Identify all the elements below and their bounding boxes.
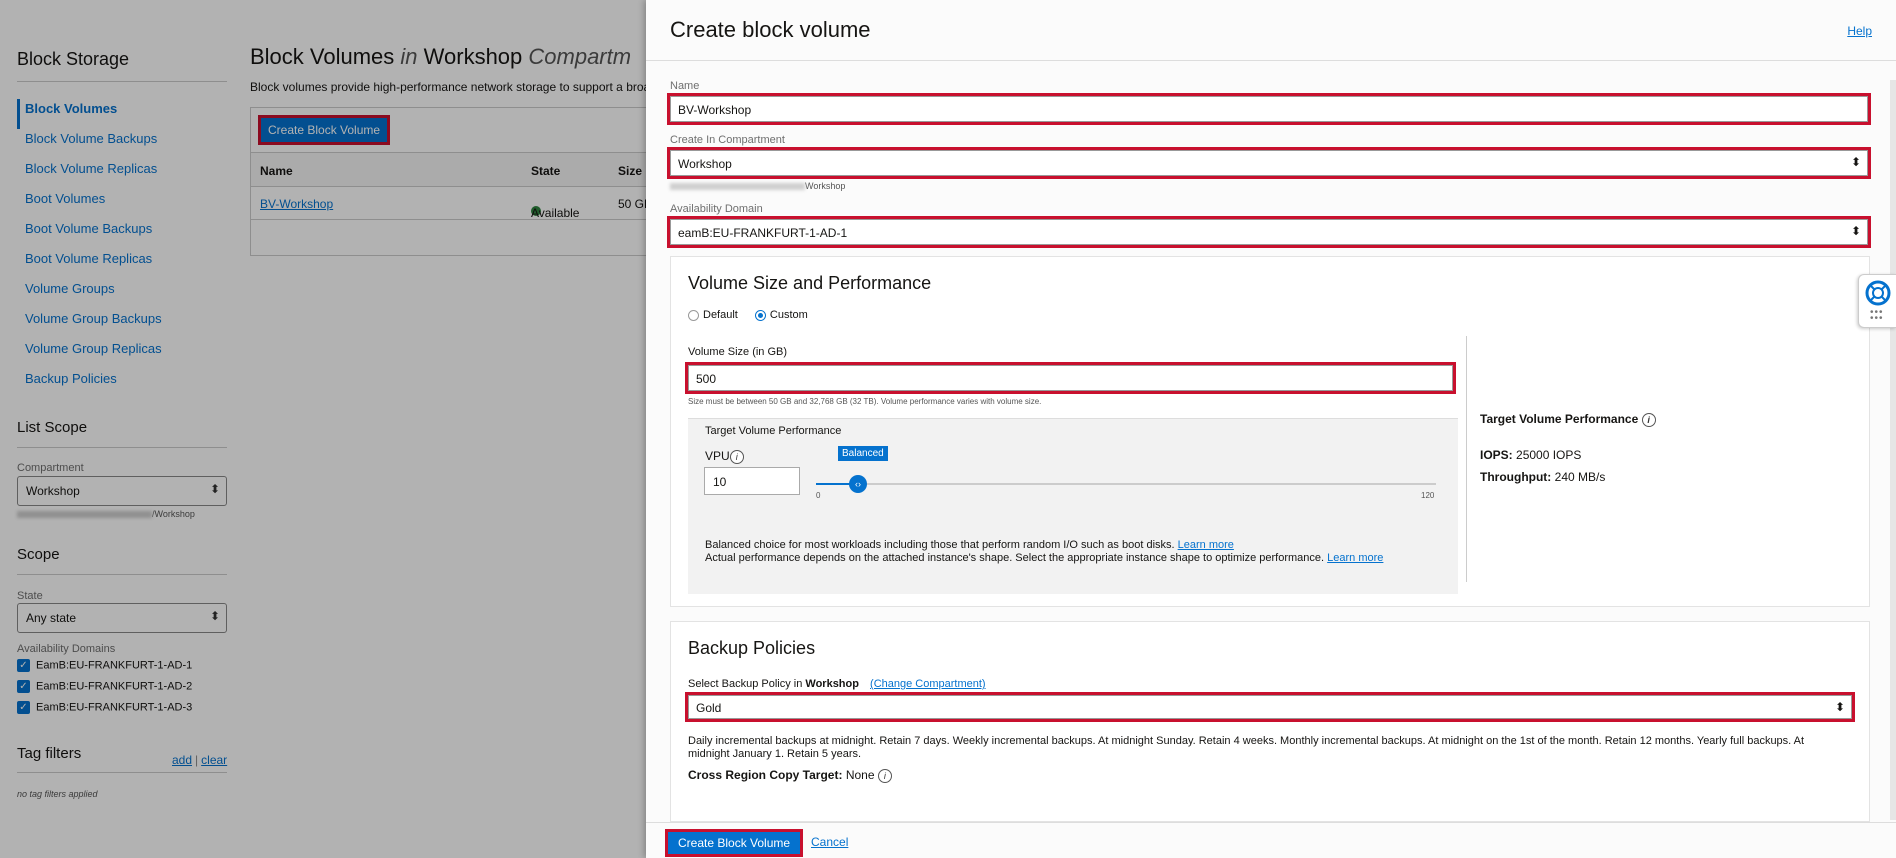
panel-title: Create block volume xyxy=(670,17,871,42)
volume-size-input[interactable]: 500 xyxy=(685,362,1456,394)
cancel-link[interactable]: Cancel xyxy=(811,835,848,849)
create-block-volume-submit-button[interactable]: Create Block Volume xyxy=(664,829,804,857)
slider-max-label: 120 xyxy=(1421,491,1435,500)
target-performance-summary-title: Target Volume Performance i xyxy=(1480,412,1656,427)
radio-unselected-icon[interactable] xyxy=(688,309,699,321)
compartment-path: Workshop xyxy=(670,181,845,191)
change-compartment-link[interactable]: (Change Compartment) xyxy=(870,678,986,690)
radio-custom[interactable]: Custom xyxy=(754,309,808,321)
target-performance-box: Target Volume Performance VPU i 10 Balanc… xyxy=(688,418,1458,594)
create-block-volume-panel: Create block volume Help Name BV-Worksho… xyxy=(646,0,1896,858)
compartment-label: Create In Compartment xyxy=(670,134,785,146)
info-icon[interactable]: i xyxy=(729,449,744,464)
iops-row: IOPS: 25000 IOPS xyxy=(1480,448,1582,462)
compartment-value: Workshop xyxy=(678,157,732,171)
modal-overlay[interactable] xyxy=(0,0,646,858)
slider-min-label: 0 xyxy=(816,491,821,500)
name-label: Name xyxy=(670,80,700,92)
divider xyxy=(1466,336,1467,582)
throughput-row: Throughput: 240 MB/s xyxy=(1480,470,1606,484)
vpu-slider[interactable]: ‹› xyxy=(816,475,1436,493)
section-title: Backup Policies xyxy=(688,638,816,658)
vpu-label: VPU i xyxy=(705,449,744,464)
chevron-updown-icon: ⬍ xyxy=(1850,155,1861,169)
backup-policy-description: Daily incremental backups at midnight. R… xyxy=(688,735,1805,760)
availability-domain-value: eamB:EU-FRANKFURT-1-AD-1 xyxy=(678,226,848,240)
availability-domain-label: Availability Domain xyxy=(670,203,763,215)
performance-description: Balanced choice for most workloads inclu… xyxy=(705,539,1384,564)
panel-scrollbar[interactable] xyxy=(1890,80,1896,820)
slider-value-tag: Balanced xyxy=(838,446,888,461)
backup-policy-select[interactable]: Gold ⬍ xyxy=(685,692,1855,722)
radio-selected-icon[interactable] xyxy=(754,309,766,321)
lifebuoy-icon[interactable] xyxy=(1865,280,1891,306)
help-widget[interactable]: ••• ••• xyxy=(1858,274,1896,328)
backup-policy-label: Select Backup Policy in Workshop (Change… xyxy=(688,678,986,690)
volume-size-label: Volume Size (in GB) xyxy=(688,346,788,358)
volume-size-performance-card: Volume Size and Performance Default Cust… xyxy=(670,256,1870,607)
chevron-updown-icon: ⬍ xyxy=(1850,224,1861,238)
panel-footer: Create Block Volume Cancel xyxy=(646,822,1896,858)
target-performance-title: Target Volume Performance xyxy=(705,425,842,437)
learn-more-link[interactable]: Learn more xyxy=(1327,552,1383,564)
name-input[interactable]: BV-Workshop xyxy=(667,93,1871,125)
vpu-input[interactable]: 10 xyxy=(704,467,800,495)
slider-handle-icon[interactable]: ‹› xyxy=(849,475,867,493)
help-link[interactable]: Help xyxy=(1847,24,1872,38)
chevron-updown-icon: ⬍ xyxy=(1834,700,1845,714)
volume-size-help: Size must be between 50 GB and 32,768 GB… xyxy=(688,397,1042,406)
radio-default[interactable]: Default xyxy=(688,309,738,321)
divider xyxy=(646,60,1896,61)
learn-more-link[interactable]: Learn more xyxy=(1178,539,1234,551)
info-icon[interactable]: i xyxy=(1641,412,1656,427)
grid-dots-icon[interactable]: ••• ••• xyxy=(1870,308,1884,324)
cross-region-copy-target: Cross Region Copy Target: None i xyxy=(688,768,892,783)
redacted-path xyxy=(670,183,805,191)
compartment-select[interactable]: Workshop ⬍ xyxy=(667,147,1871,179)
availability-domain-select[interactable]: eamB:EU-FRANKFURT-1-AD-1 ⬍ xyxy=(667,216,1871,248)
section-title: Volume Size and Performance xyxy=(688,273,932,293)
backup-policy-value: Gold xyxy=(696,701,722,715)
backup-policies-card: Backup Policies Select Backup Policy in … xyxy=(670,621,1870,822)
info-icon[interactable]: i xyxy=(877,768,892,783)
performance-mode-radio-group: Default Custom xyxy=(688,309,808,321)
